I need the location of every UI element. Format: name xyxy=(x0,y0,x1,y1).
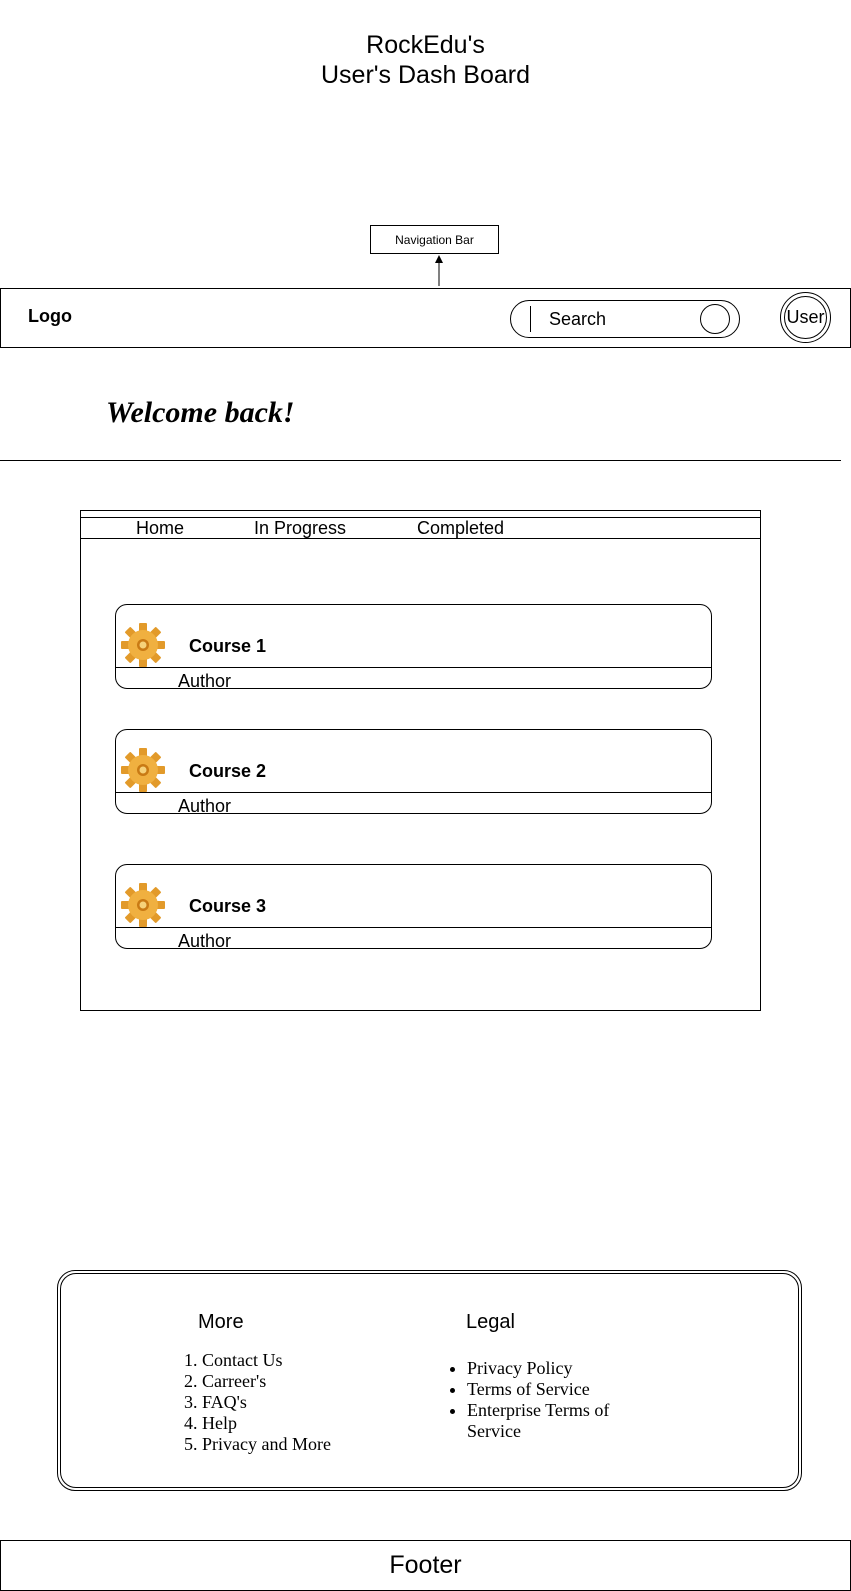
footer: Footer xyxy=(0,1540,851,1591)
more-link-faqs[interactable]: FAQ's xyxy=(202,1392,331,1413)
footer-label: Footer xyxy=(389,1551,462,1579)
course-card-divider xyxy=(115,667,712,668)
title-line-2: User's Dash Board xyxy=(320,61,531,89)
legal-heading: Legal xyxy=(466,1311,515,1333)
more-link-contact-us[interactable]: Contact Us xyxy=(202,1350,331,1371)
user-label: User xyxy=(786,307,825,327)
course-card-divider xyxy=(115,927,712,928)
navigation-bar-annotation: Navigation Bar xyxy=(370,225,499,254)
tab-completed[interactable]: Completed xyxy=(417,518,504,539)
page-title: RockEdu's User's Dash Board xyxy=(0,30,851,90)
gear-icon xyxy=(121,883,165,927)
more-list: Contact Us Carreer's FAQ's Help Privacy … xyxy=(162,1350,331,1455)
more-link-help[interactable]: Help xyxy=(202,1413,331,1434)
search-placeholder: Search xyxy=(549,309,607,329)
title-line-1: RockEdu's xyxy=(366,31,485,59)
legal-link-terms-of-service[interactable]: Terms of Service xyxy=(467,1379,667,1400)
logo[interactable]: Logo xyxy=(28,306,72,327)
tab-home[interactable]: Home xyxy=(136,518,184,539)
legal-link-privacy-policy[interactable]: Privacy Policy xyxy=(467,1358,667,1379)
gear-icon xyxy=(121,748,165,792)
course-author: Author xyxy=(178,671,232,691)
welcome-heading: Welcome back! xyxy=(106,396,295,429)
legal-list: Privacy Policy Terms of Service Enterpri… xyxy=(427,1358,667,1442)
text-cursor xyxy=(530,306,531,332)
course-title: Course 1 xyxy=(189,636,267,656)
course-author: Author xyxy=(178,931,232,951)
course-card-divider xyxy=(115,792,712,793)
more-link-careers[interactable]: Carreer's xyxy=(202,1371,331,1392)
more-link-privacy-and-more[interactable]: Privacy and More xyxy=(202,1434,331,1455)
arrow-up-icon xyxy=(435,255,443,286)
navigation-bar-annotation-label: Navigation Bar xyxy=(395,232,474,247)
tab-in-progress[interactable]: In Progress xyxy=(254,518,346,539)
divider xyxy=(0,460,841,461)
search-button[interactable] xyxy=(700,304,730,334)
course-author: Author xyxy=(178,796,232,816)
gear-icon xyxy=(121,623,165,667)
more-heading: More xyxy=(198,1311,244,1333)
course-title: Course 3 xyxy=(189,896,267,916)
legal-link-enterprise-terms[interactable]: Enterprise Terms of Service xyxy=(467,1400,667,1442)
course-title: Course 2 xyxy=(189,761,267,781)
